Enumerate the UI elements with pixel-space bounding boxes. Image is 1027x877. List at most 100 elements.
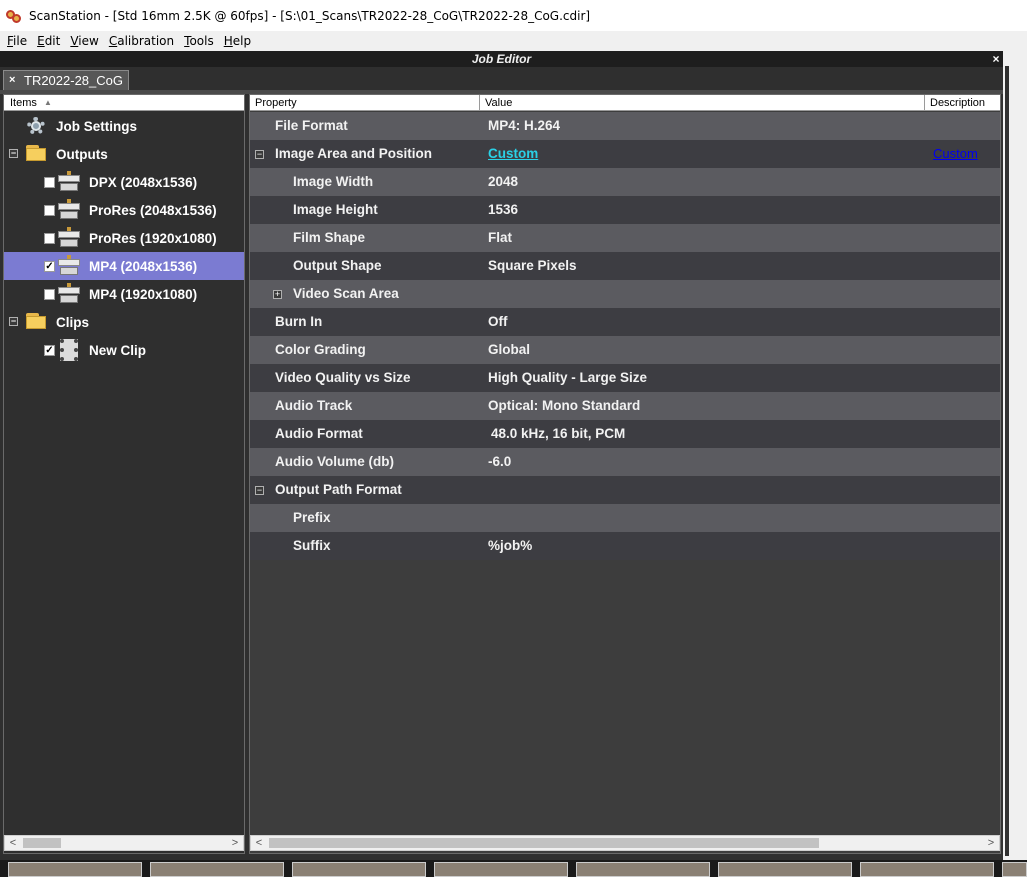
property-value[interactable]: High Quality - Large Size bbox=[488, 364, 647, 392]
property-row-video-quality[interactable]: Video Quality vs Size High Quality - Lar… bbox=[250, 364, 1000, 392]
property-name: Audio Track bbox=[275, 398, 353, 413]
property-value-link[interactable]: Custom bbox=[488, 140, 538, 168]
property-value[interactable]: -6.0 bbox=[488, 448, 511, 476]
tree-item-outputs[interactable]: − Outputs bbox=[4, 140, 244, 168]
film-frame-thumbnail[interactable] bbox=[576, 862, 710, 877]
property-value[interactable]: MP4: H.264 bbox=[488, 112, 560, 140]
property-value[interactable]: 2048 bbox=[488, 168, 518, 196]
column-header-value[interactable]: Value bbox=[480, 95, 925, 111]
output-enable-checkbox[interactable]: ✓ bbox=[44, 261, 55, 272]
property-row-output-shape[interactable]: Output Shape Square Pixels bbox=[250, 252, 1000, 280]
scrollbar-thumb[interactable] bbox=[23, 838, 61, 848]
column-header-property[interactable]: Property bbox=[250, 95, 480, 111]
menu-view[interactable]: View bbox=[65, 31, 103, 51]
column-header-description[interactable]: Description bbox=[925, 95, 1000, 111]
output-icon bbox=[58, 199, 80, 221]
property-value[interactable]: Square Pixels bbox=[488, 252, 577, 280]
menu-edit[interactable]: Edit bbox=[32, 31, 65, 51]
collapse-icon[interactable]: − bbox=[255, 150, 264, 159]
window-title: ScanStation - [Std 16mm 2.5K @ 60fps] - … bbox=[29, 8, 591, 23]
property-value[interactable]: Off bbox=[488, 308, 508, 336]
output-enable-checkbox[interactable] bbox=[44, 233, 55, 244]
property-name: Image Height bbox=[293, 202, 378, 217]
items-tree-panel: Items ▲ Job Settings − Outputs DPX (2048… bbox=[3, 94, 245, 854]
menu-help[interactable]: Help bbox=[219, 31, 256, 51]
property-row-video-scan-area[interactable]: + Video Scan Area bbox=[250, 280, 1000, 308]
property-value[interactable]: Optical: Mono Standard bbox=[488, 392, 640, 420]
property-row-image-height[interactable]: Image Height 1536 bbox=[250, 196, 1000, 224]
tree-item-output-prores-2048[interactable]: ProRes (2048x1536) bbox=[4, 196, 244, 224]
grid-header: Property Value Description bbox=[250, 95, 1000, 111]
scroll-left-arrow-icon[interactable]: < bbox=[251, 836, 267, 850]
property-row-file-format[interactable]: File Format MP4: H.264 bbox=[250, 112, 1000, 140]
property-row-audio-volume[interactable]: Audio Volume (db) -6.0 bbox=[250, 448, 1000, 476]
scroll-left-arrow-icon[interactable]: < bbox=[5, 836, 21, 850]
menu-calibration[interactable]: Calibration bbox=[104, 31, 179, 51]
film-frame-thumbnail[interactable] bbox=[718, 862, 852, 877]
property-row-prefix[interactable]: Prefix bbox=[250, 504, 1000, 532]
property-row-output-path-format[interactable]: − Output Path Format bbox=[250, 476, 1000, 504]
film-frame-thumbnail[interactable] bbox=[8, 862, 142, 877]
tree-item-label: New Clip bbox=[89, 342, 147, 358]
expand-icon[interactable]: + bbox=[273, 290, 282, 299]
output-enable-checkbox[interactable] bbox=[44, 205, 55, 216]
film-frame-thumbnail[interactable] bbox=[860, 862, 994, 877]
property-value[interactable]: 48.0 kHz, 16 bit, PCM bbox=[491, 420, 625, 448]
tree-horizontal-scrollbar[interactable]: < > bbox=[4, 835, 244, 851]
property-name: Video Quality vs Size bbox=[275, 370, 411, 385]
job-editor-close-icon[interactable]: × bbox=[989, 51, 1003, 67]
collapse-icon[interactable]: − bbox=[9, 317, 18, 326]
tree-item-output-mp4-2048[interactable]: ✓ MP4 (2048x1536) bbox=[4, 252, 244, 280]
clip-enable-checkbox[interactable]: ✓ bbox=[44, 345, 55, 356]
scroll-right-arrow-icon[interactable]: > bbox=[983, 836, 999, 850]
tree-item-output-mp4-1920[interactable]: MP4 (1920x1080) bbox=[4, 280, 244, 308]
tree-item-clips[interactable]: − Clips bbox=[4, 308, 244, 336]
scroll-right-arrow-icon[interactable]: > bbox=[227, 836, 243, 850]
property-name: Audio Format bbox=[275, 426, 363, 441]
property-row-image-area[interactable]: − Image Area and Position Custom Custom bbox=[250, 140, 1000, 168]
tree-item-output-prores-1920[interactable]: ProRes (1920x1080) bbox=[4, 224, 244, 252]
tab-job[interactable]: × TR2022-28_CoG bbox=[3, 70, 129, 90]
film-frame-thumbnail[interactable] bbox=[292, 862, 426, 877]
property-row-image-width[interactable]: Image Width 2048 bbox=[250, 168, 1000, 196]
tree-item-label: ProRes (2048x1536) bbox=[89, 202, 217, 218]
output-enable-checkbox[interactable] bbox=[44, 177, 55, 188]
menu-tools[interactable]: Tools bbox=[179, 31, 219, 51]
collapse-icon[interactable]: − bbox=[9, 149, 18, 158]
items-column-header[interactable]: Items ▲ bbox=[4, 95, 244, 111]
property-value[interactable]: Flat bbox=[488, 224, 512, 252]
property-value[interactable]: %job% bbox=[488, 532, 532, 560]
film-frame-thumbnail[interactable] bbox=[434, 862, 568, 877]
tab-label: TR2022-28_CoG bbox=[24, 73, 123, 88]
menu-file[interactable]: File bbox=[2, 31, 32, 51]
property-name: Color Grading bbox=[275, 342, 366, 357]
film-frame-thumbnail[interactable] bbox=[1002, 862, 1027, 877]
tab-close-icon[interactable]: × bbox=[9, 71, 15, 90]
tree-item-label: MP4 (2048x1536) bbox=[89, 258, 198, 274]
tree-item-output-dpx-2048[interactable]: DPX (2048x1536) bbox=[4, 168, 244, 196]
property-description-link[interactable]: Custom bbox=[933, 140, 978, 168]
grid-horizontal-scrollbar[interactable]: < > bbox=[250, 835, 1000, 851]
items-header-label: Items bbox=[10, 97, 37, 109]
folder-icon bbox=[25, 310, 47, 332]
property-value[interactable]: 1536 bbox=[488, 196, 518, 224]
collapse-icon[interactable]: − bbox=[255, 486, 264, 495]
tree-item-job-settings[interactable]: Job Settings bbox=[4, 112, 244, 140]
right-edge-strip bbox=[1003, 51, 1027, 860]
tree-item-new-clip[interactable]: ✓ New Clip bbox=[4, 336, 244, 364]
property-row-film-shape[interactable]: Film Shape Flat bbox=[250, 224, 1000, 252]
window-titlebar: ScanStation - [Std 16mm 2.5K @ 60fps] - … bbox=[0, 0, 1027, 31]
property-row-suffix[interactable]: Suffix %job% bbox=[250, 532, 1000, 560]
property-name: Output Path Format bbox=[275, 482, 402, 497]
property-value[interactable]: Global bbox=[488, 336, 530, 364]
folder-icon bbox=[25, 142, 47, 164]
output-enable-checkbox[interactable] bbox=[44, 289, 55, 300]
film-strip bbox=[0, 860, 1027, 877]
property-row-audio-track[interactable]: Audio Track Optical: Mono Standard bbox=[250, 392, 1000, 420]
property-row-audio-format[interactable]: Audio Format 48.0 kHz, 16 bit, PCM bbox=[250, 420, 1000, 448]
property-row-color-grading[interactable]: Color Grading Global bbox=[250, 336, 1000, 364]
film-frame-thumbnail[interactable] bbox=[150, 862, 284, 877]
property-name: Image Width bbox=[293, 174, 374, 189]
scrollbar-thumb[interactable] bbox=[269, 838, 819, 848]
property-row-burn-in[interactable]: Burn In Off bbox=[250, 308, 1000, 336]
